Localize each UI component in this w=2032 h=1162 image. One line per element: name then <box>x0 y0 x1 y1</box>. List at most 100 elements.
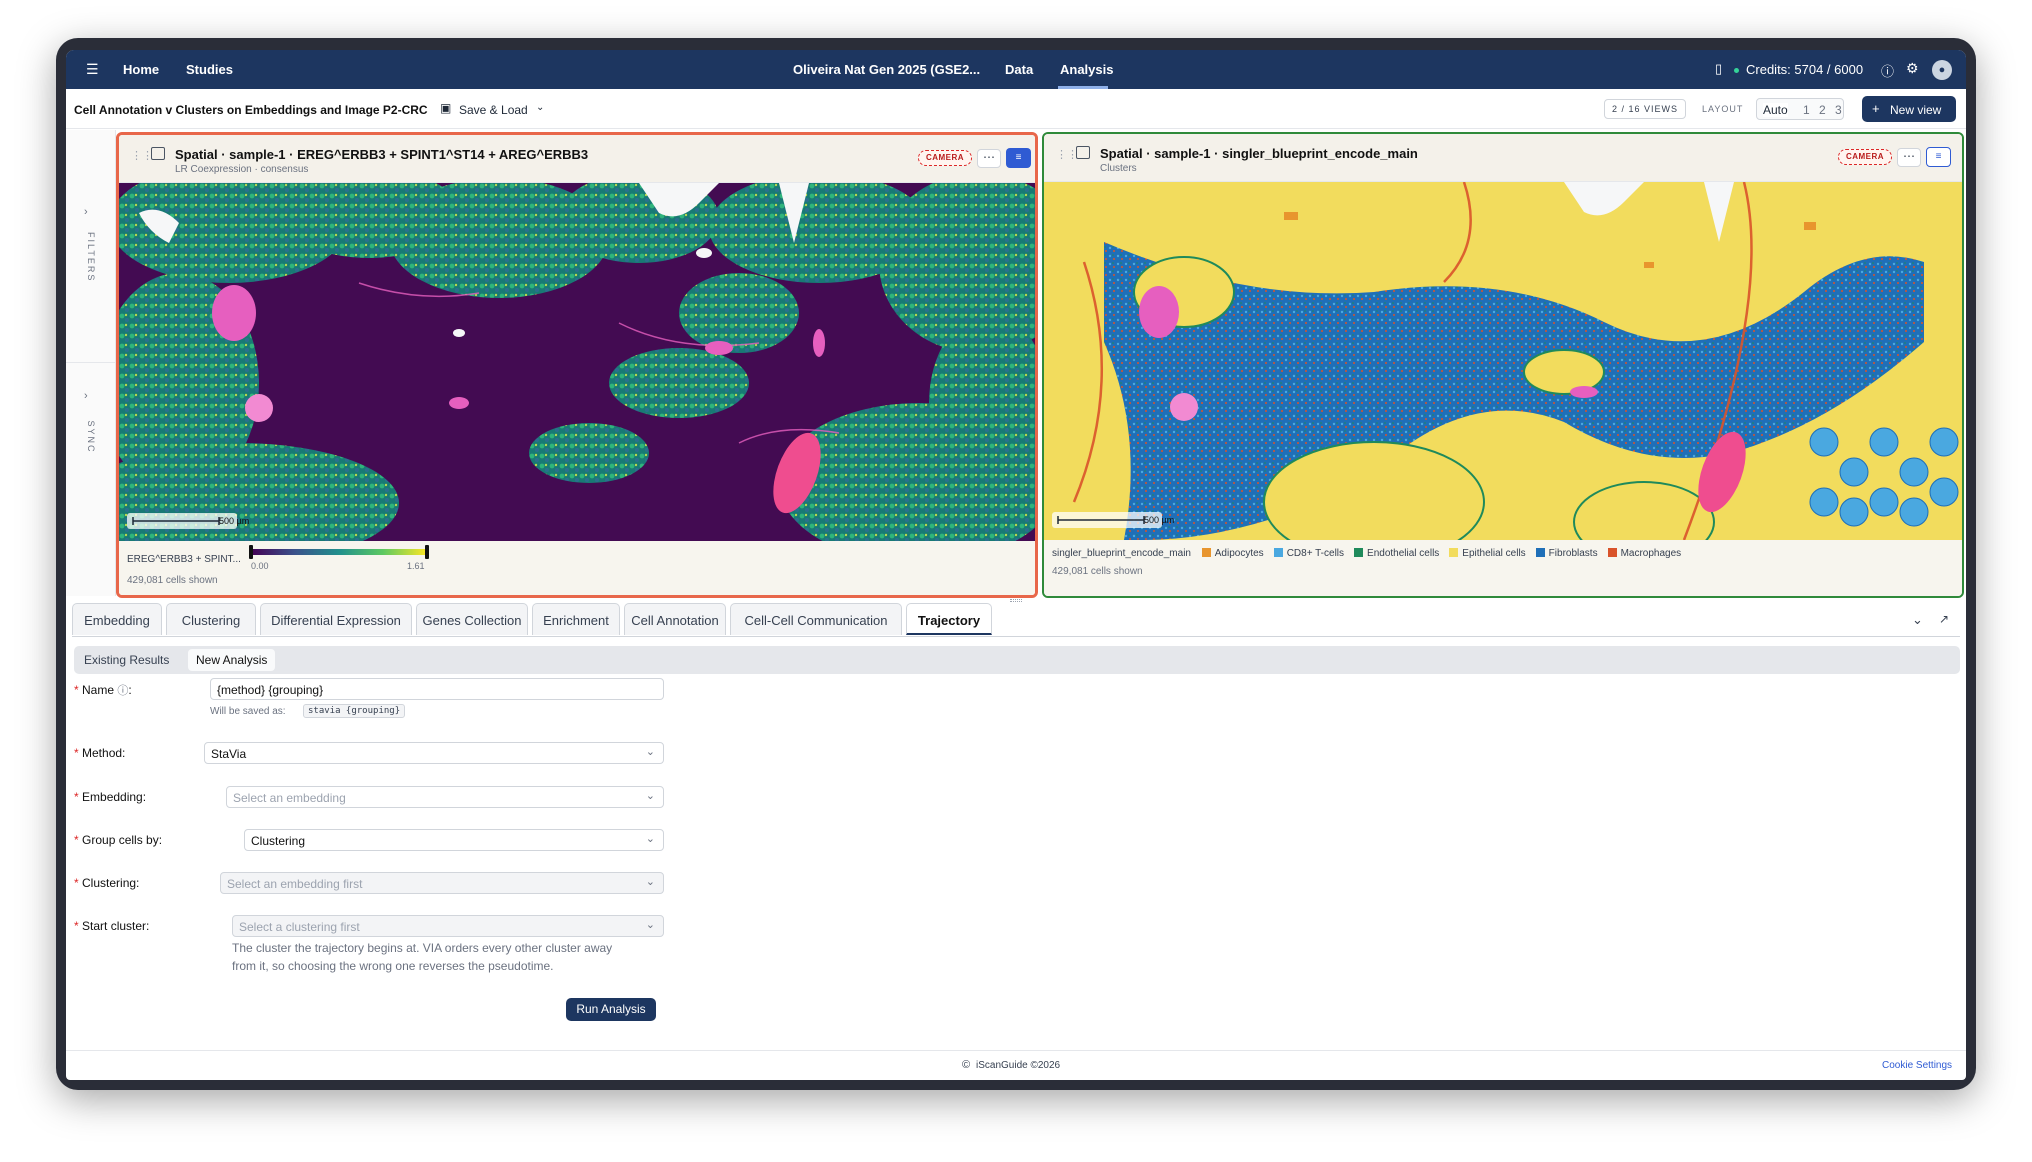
legend-item[interactable]: Fibroblasts <box>1535 548 1598 559</box>
spatial-image <box>1044 181 1962 563</box>
chevron-right-icon[interactable]: › <box>84 390 88 402</box>
chevron-right-icon[interactable]: › <box>84 206 88 218</box>
info-icon[interactable]: ⓘ <box>117 685 128 697</box>
tab-clustering[interactable]: Clustering <box>166 603 256 635</box>
top-navbar: ☰ Home Studies Oliveira Nat Gen 2025 (GS… <box>66 50 1966 89</box>
saved-as-code: stavia {grouping} <box>303 704 406 718</box>
tab-cell-annotation[interactable]: Cell Annotation <box>624 603 726 635</box>
resize-handle[interactable] <box>1010 599 1022 602</box>
legend-item[interactable]: Endothelial cells <box>1354 548 1439 559</box>
layout-panel-icon <box>151 147 165 160</box>
camera-badge[interactable]: CAMERA <box>918 150 972 166</box>
legend-swatch <box>1535 548 1545 557</box>
name-label: * Name ⓘ: <box>74 683 132 697</box>
run-analysis-button[interactable]: Run Analysis <box>566 998 656 1021</box>
nav-studies[interactable]: Studies <box>186 62 233 77</box>
cookie-settings-link[interactable]: Cookie Settings <box>1882 1060 1952 1071</box>
layout-label: LAYOUT <box>1702 104 1744 114</box>
filter-button[interactable]: ≡ <box>1006 148 1031 168</box>
filter-button[interactable]: ≡ <box>1926 147 1951 167</box>
chevron-down-icon: ⌄ <box>645 833 655 845</box>
start-cluster-select[interactable]: Select a clustering first ⌄ <box>232 915 664 937</box>
layout-1-button[interactable]: 1 <box>1803 103 1810 117</box>
legend-title: singler_blueprint_encode_main <box>1052 548 1191 559</box>
layout-panel-icon <box>1076 146 1090 159</box>
tab-differential-expression[interactable]: Differential Expression <box>260 603 412 635</box>
new-view-label: New view <box>1890 103 1942 117</box>
views-count-badge: 2 / 16 VIEWS <box>1604 99 1686 119</box>
credits-label: Credits: 5704 / 6000 <box>1746 62 1864 77</box>
clustering-select[interactable]: Select an embedding first ⌄ <box>220 872 664 894</box>
legend-item[interactable]: Adipocytes <box>1201 548 1264 559</box>
legend-label: Epithelial cells <box>1462 548 1526 559</box>
credits-status-dot <box>1734 68 1739 73</box>
panel-header: ⋮⋮ Spatial · sample-1 · EREG^ERBB3 + SPI… <box>119 135 1035 183</box>
save-load-button[interactable]: Save & Load <box>459 103 528 117</box>
drag-handle-icon[interactable]: ⋮⋮ <box>131 149 153 162</box>
chevron-down-icon[interactable]: ⌄ <box>1912 612 1923 628</box>
save-icon[interactable]: ▣ <box>440 101 451 115</box>
group-cells-label: * Group cells by: <box>74 833 163 847</box>
panel-subtitle: LR Coexpression · consensus <box>175 164 309 175</box>
project-title[interactable]: Oliveira Nat Gen 2025 (GSE2... <box>793 62 980 77</box>
colorbar-handle-min[interactable] <box>249 545 253 559</box>
subtab-new-analysis[interactable]: New Analysis <box>188 649 276 671</box>
legend-item[interactable]: CD8+ T-cells <box>1273 548 1344 559</box>
spatial-plot-lr[interactable]: 500 µm <box>119 163 1035 563</box>
camera-badge[interactable]: CAMERA <box>1838 149 1892 165</box>
spatial-plot-clusters[interactable]: 500 µm <box>1044 181 1962 563</box>
panel-title: Spatial · sample-1 · singler_blueprint_e… <box>1100 146 1418 161</box>
group-cells-select[interactable]: Clustering ⌄ <box>244 829 664 851</box>
panel-header: ⋮⋮ Spatial · sample-1 · singler_blueprin… <box>1044 134 1962 182</box>
app-screen: ☰ Home Studies Oliveira Nat Gen 2025 (GS… <box>66 50 1966 1080</box>
page-footer: © iScanGuide ©2026 Cookie Settings <box>66 1050 1966 1080</box>
help-icon[interactable]: ⓘ <box>1881 61 1894 80</box>
legend-swatch <box>1449 548 1459 557</box>
layout-2-button[interactable]: 2 <box>1819 103 1826 117</box>
layout-3-button[interactable]: 3 <box>1835 103 1842 117</box>
nav-analysis[interactable]: Analysis <box>1060 62 1113 77</box>
legend-item[interactable]: Macrophages <box>1607 548 1681 559</box>
chevron-down-icon[interactable]: ⌄ <box>536 102 544 113</box>
tab-enrichment[interactable]: Enrichment <box>532 603 620 635</box>
device-frame: ☰ Home Studies Oliveira Nat Gen 2025 (GS… <box>56 38 1976 1090</box>
new-view-button[interactable]: + New view <box>1862 96 1956 122</box>
legend-item[interactable]: Epithelial cells <box>1449 548 1526 559</box>
nav-home[interactable]: Home <box>123 62 159 77</box>
drag-handle-icon[interactable]: ⋮⋮ <box>1056 148 1078 161</box>
external-link-icon[interactable]: ↗ <box>1939 612 1949 626</box>
view-panel-lr-coexpression[interactable]: ⋮⋮ Spatial · sample-1 · EREG^ERBB3 + SPI… <box>116 132 1038 598</box>
tab-cell-cell-communication[interactable]: Cell-Cell Communication <box>730 603 902 635</box>
legend-swatch <box>1354 548 1364 557</box>
name-input[interactable]: {method} {grouping} <box>210 678 664 700</box>
menu-icon[interactable]: ☰ <box>86 61 99 78</box>
more-options-button[interactable]: ⋯ <box>1897 148 1921 167</box>
sync-toggle[interactable]: SYNC <box>86 412 96 462</box>
method-select[interactable]: StaVia ⌄ <box>204 742 664 764</box>
start-cluster-help-2: from it, so choosing the wrong one rever… <box>232 959 554 973</box>
avatar[interactable]: ● <box>1932 60 1952 80</box>
saved-as-hint: Will be saved as: <box>210 706 286 717</box>
colorbar-min: 0.00 <box>251 561 269 571</box>
legend-row: singler_blueprint_encode_main Adipocytes… <box>1052 548 1691 559</box>
document-icon[interactable]: ▯ <box>1715 61 1722 77</box>
legend-swatch <box>1273 548 1283 557</box>
clustering-label: * Clustering: <box>74 876 140 890</box>
tab-genes-collection[interactable]: Genes Collection <box>416 603 528 635</box>
colorbar-handle-max[interactable] <box>425 545 429 559</box>
embedding-select[interactable]: Select an embedding ⌄ <box>226 786 664 808</box>
subtab-existing-results[interactable]: Existing Results <box>84 653 169 667</box>
more-options-button[interactable]: ⋯ <box>977 149 1001 168</box>
colorbar-gradient <box>251 549 427 555</box>
settings-icon[interactable]: ⚙ <box>1906 60 1919 77</box>
tab-embedding[interactable]: Embedding <box>72 603 162 635</box>
legend-label: Endothelial cells <box>1367 548 1440 559</box>
filters-toggle[interactable]: FILTERS <box>86 232 96 282</box>
layout-auto-button[interactable]: Auto <box>1763 103 1788 117</box>
tab-trajectory[interactable]: Trajectory <box>906 603 992 635</box>
view-panel-clusters[interactable]: ⋮⋮ Spatial · sample-1 · singler_blueprin… <box>1042 132 1964 598</box>
panel-subtitle: Clusters <box>1100 163 1137 174</box>
nav-data[interactable]: Data <box>1005 62 1033 77</box>
copyright-text: iScanGuide ©2026 <box>976 1060 1061 1071</box>
side-rail: › FILTERS › SYNC <box>66 130 116 596</box>
